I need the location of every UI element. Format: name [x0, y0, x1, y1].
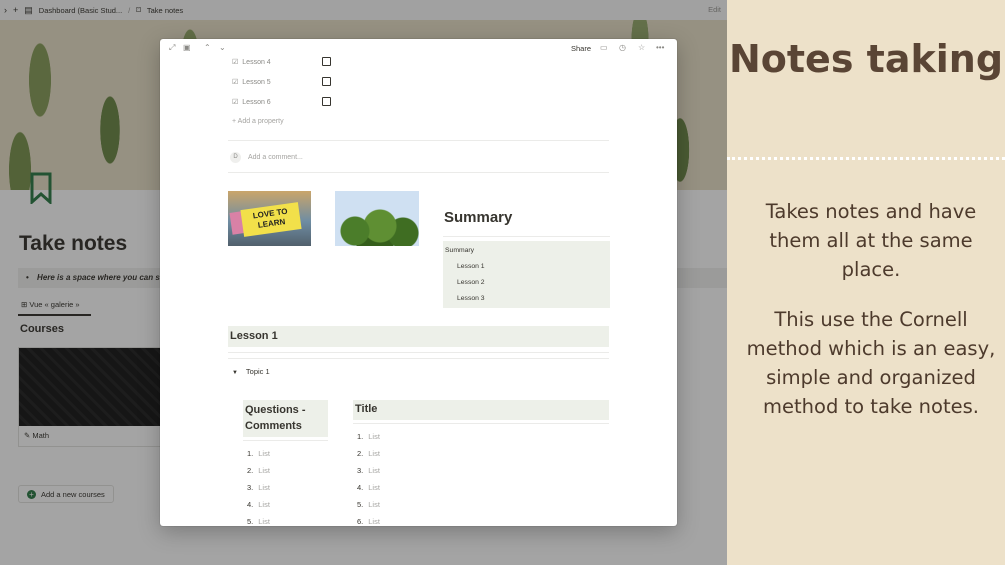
property-lesson-4[interactable]: ☑ Lesson 4: [232, 56, 352, 68]
history-icon[interactable]: ◷: [619, 43, 626, 52]
list-item[interactable]: 4. List: [247, 500, 270, 509]
topic-label: Topic 1: [245, 367, 270, 376]
list-item[interactable]: 2. List: [247, 466, 270, 475]
list-item[interactable]: 6. List: [357, 517, 380, 526]
list-item[interactable]: 5. List: [357, 500, 380, 509]
pencil-image-text: LOVE TO LEARN: [240, 202, 302, 237]
triangle-down-icon[interactable]: ▼: [232, 370, 238, 376]
dotted-divider: [727, 157, 1005, 160]
lesson-heading: Lesson 1: [228, 326, 609, 347]
avatar: D: [230, 152, 241, 163]
panel-paragraph-1: Takes notes and have them all at the sam…: [765, 200, 977, 281]
questions-comments-heading: Questions - Comments: [243, 400, 328, 437]
comment-icon[interactable]: ▭: [600, 43, 608, 52]
checkbox-property-icon: ☑: [232, 99, 239, 106]
image-love-to-learn[interactable]: LOVE TO LEARN: [228, 191, 311, 246]
divider: [228, 172, 609, 173]
list-item[interactable]: 1. List: [247, 449, 270, 458]
property-checkbox[interactable]: [322, 97, 331, 106]
summary-toc: Summary Lesson 1 Lesson 2 Lesson 3: [443, 241, 610, 308]
toc-item-lesson-2[interactable]: Lesson 2: [457, 279, 485, 286]
divider: [228, 358, 609, 359]
list-item[interactable]: 3. List: [247, 483, 270, 492]
checkbox-property-icon: ☑: [232, 59, 239, 66]
property-checkbox[interactable]: [322, 57, 331, 66]
page-modal: ⤢ ▣ ⌃ ⌄ Share ▭ ◷ ☆ ••• ☑ Lesson 4 ☑ Les…: [160, 39, 677, 526]
property-label: Lesson 6: [242, 98, 271, 106]
list-item[interactable]: 4. List: [357, 483, 380, 492]
divider: [443, 236, 610, 237]
toc-heading[interactable]: Summary: [445, 247, 474, 254]
summary-heading: Summary: [444, 209, 513, 226]
property-label: Lesson 4: [242, 58, 271, 66]
property-checkbox[interactable]: [322, 77, 331, 86]
list-item[interactable]: 2. List: [357, 449, 380, 458]
star-icon[interactable]: ☆: [638, 43, 645, 52]
divider: [228, 352, 609, 353]
add-property-label: Add a property: [237, 118, 284, 125]
list-item[interactable]: 1. List: [357, 432, 380, 441]
info-panel: Notes taking Takes notes and have them a…: [727, 0, 1005, 565]
panel-paragraph-2: This use the Cornell method which is an …: [746, 308, 996, 418]
modal-toolbar: ⤢ ▣ ⌃ ⌄ Share ▭ ◷ ☆ •••: [160, 39, 677, 57]
share-button[interactable]: Share: [571, 44, 591, 53]
list-item[interactable]: 5. List: [247, 517, 270, 526]
comment-placeholder: Add a comment...: [248, 154, 303, 161]
divider: [228, 140, 609, 141]
property-label: Lesson 5: [242, 78, 271, 86]
title-heading: Title: [353, 400, 609, 420]
side-peek-icon[interactable]: ▣: [183, 43, 191, 52]
add-property-button[interactable]: + Add a property: [232, 118, 284, 125]
chevron-down-icon[interactable]: ⌄: [219, 43, 226, 52]
comment-input[interactable]: D Add a comment...: [230, 152, 303, 163]
divider: [353, 423, 609, 424]
expand-icon[interactable]: ⤢: [169, 43, 175, 53]
image-plant[interactable]: [335, 191, 419, 246]
toggle-topic-1[interactable]: ▼ Topic 1: [232, 367, 270, 376]
list-item[interactable]: 3. List: [357, 466, 380, 475]
property-lesson-5[interactable]: ☑ Lesson 5: [232, 76, 352, 88]
chevron-up-icon[interactable]: ⌃: [204, 43, 211, 52]
panel-title: Notes taking: [728, 37, 1004, 81]
more-icon[interactable]: •••: [656, 43, 664, 52]
toc-item-lesson-3[interactable]: Lesson 3: [457, 295, 485, 302]
toc-item-lesson-1[interactable]: Lesson 1: [457, 263, 485, 270]
checkbox-property-icon: ☑: [232, 79, 239, 86]
property-lesson-6[interactable]: ☑ Lesson 6: [232, 96, 352, 108]
divider: [243, 440, 328, 441]
